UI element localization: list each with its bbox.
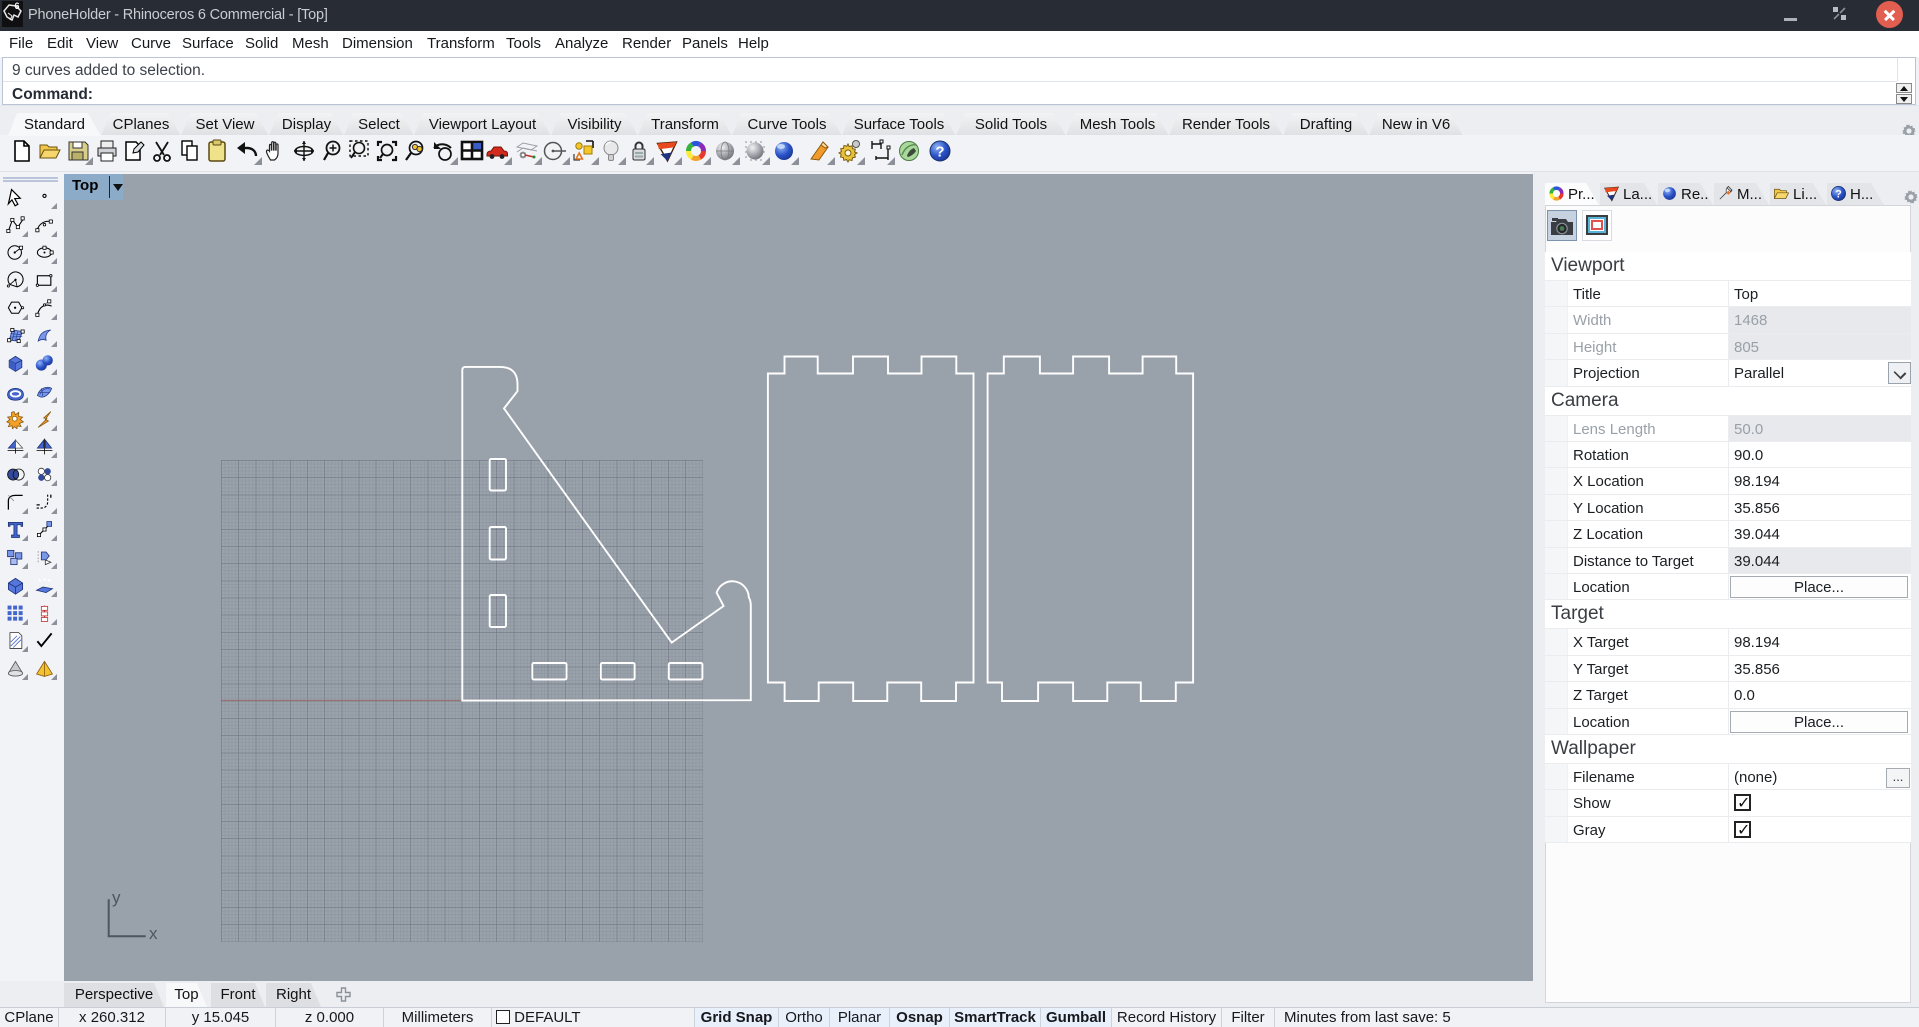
- svg-text:x: x: [149, 924, 158, 943]
- svg-text:6: 6: [14, 1, 19, 11]
- svg-text:y: y: [112, 888, 121, 907]
